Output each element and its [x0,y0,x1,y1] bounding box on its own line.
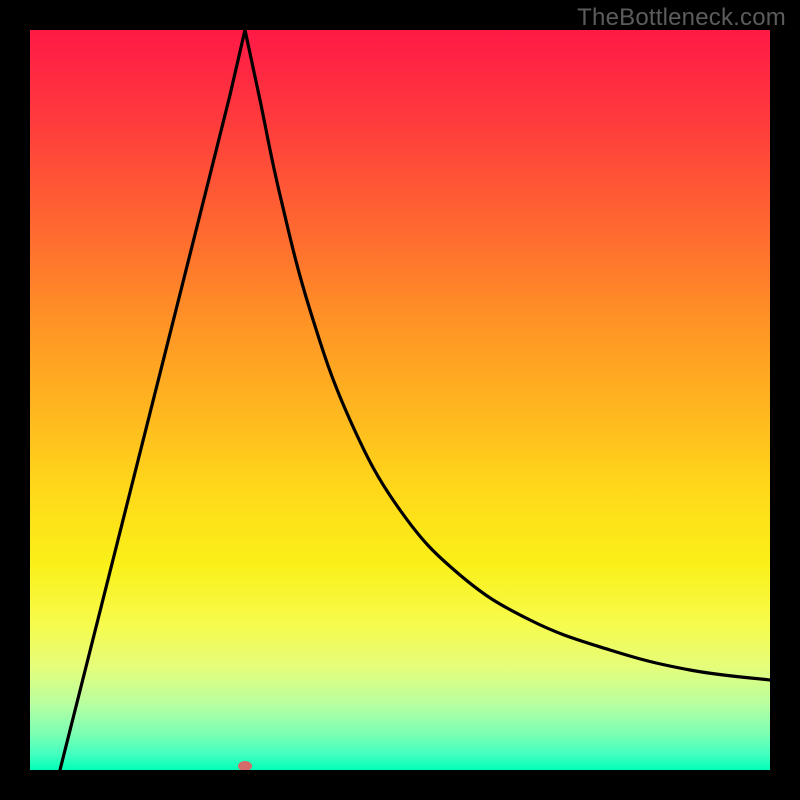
minimum-marker [238,761,252,770]
bottleneck-curve [30,30,770,770]
plot-area [30,30,770,770]
chart-frame: TheBottleneck.com [0,0,800,800]
watermark-text: TheBottleneck.com [577,4,786,32]
